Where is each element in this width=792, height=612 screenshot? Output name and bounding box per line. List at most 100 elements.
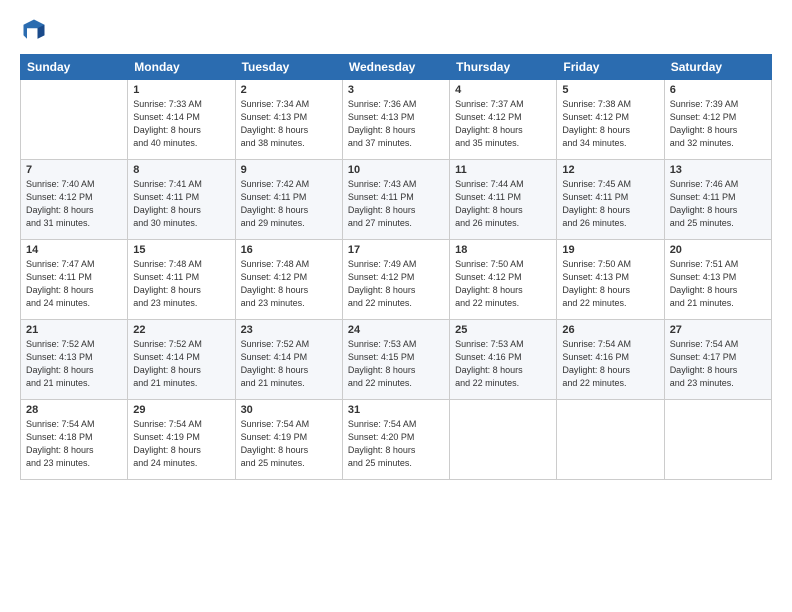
day-number: 21 [26, 324, 122, 336]
col-header-saturday: Saturday [664, 55, 771, 80]
day-number: 8 [133, 164, 229, 176]
cell-info: Sunrise: 7:54 AM Sunset: 4:19 PM Dayligh… [133, 418, 229, 470]
calendar-cell: 7 Sunrise: 7:40 AM Sunset: 4:12 PM Daylig… [21, 160, 128, 240]
cell-info: Sunrise: 7:46 AM Sunset: 4:11 PM Dayligh… [670, 178, 766, 230]
day-number: 11 [455, 164, 551, 176]
cell-info: Sunrise: 7:36 AM Sunset: 4:13 PM Dayligh… [348, 98, 444, 150]
calendar-week-2: 7 Sunrise: 7:40 AM Sunset: 4:12 PM Daylig… [21, 160, 772, 240]
day-number: 28 [26, 404, 122, 416]
calendar-cell: 8 Sunrise: 7:41 AM Sunset: 4:11 PM Daylig… [128, 160, 235, 240]
cell-info: Sunrise: 7:44 AM Sunset: 4:11 PM Dayligh… [455, 178, 551, 230]
calendar-cell: 9Sunrise: 7:42 AM Sunset: 4:11 PM Daylig… [235, 160, 342, 240]
calendar-cell [557, 400, 664, 480]
calendar-cell: 31 Sunrise: 7:54 AM Sunset: 4:20 PM Dayli… [342, 400, 449, 480]
cell-info: Sunrise: 7:40 AM Sunset: 4:12 PM Dayligh… [26, 178, 122, 230]
header [20, 16, 772, 44]
calendar-cell: 16 Sunrise: 7:48 AM Sunset: 4:12 PM Dayli… [235, 240, 342, 320]
cell-info: Sunrise: 7:54 AM Sunset: 4:16 PM Dayligh… [562, 338, 658, 390]
calendar-cell: 13 Sunrise: 7:46 AM Sunset: 4:11 PM Dayli… [664, 160, 771, 240]
day-number: 14 [26, 244, 122, 256]
calendar-cell: 25Sunrise: 7:53 AM Sunset: 4:16 PM Dayli… [450, 320, 557, 400]
day-number: 15 [133, 244, 229, 256]
cell-info: Sunrise: 7:54 AM Sunset: 4:20 PM Dayligh… [348, 418, 444, 470]
calendar-table: SundayMondayTuesdayWednesdayThursdayFrid… [20, 54, 772, 480]
day-number: 27 [670, 324, 766, 336]
calendar-cell [450, 400, 557, 480]
calendar-cell: 15 Sunrise: 7:48 AM Sunset: 4:11 PM Dayli… [128, 240, 235, 320]
day-number: 30 [241, 404, 337, 416]
calendar-week-5: 28 Sunrise: 7:54 AM Sunset: 4:18 PM Dayli… [21, 400, 772, 480]
day-number: 31 [348, 404, 444, 416]
page: SundayMondayTuesdayWednesdayThursdayFrid… [0, 0, 792, 612]
day-number: 7 [26, 164, 122, 176]
cell-info: Sunrise: 7:54 AM Sunset: 4:19 PM Dayligh… [241, 418, 337, 470]
cell-info: Sunrise: 7:45 AM Sunset: 4:11 PM Dayligh… [562, 178, 658, 230]
day-number: 20 [670, 244, 766, 256]
day-number: 24 [348, 324, 444, 336]
calendar-cell [21, 80, 128, 160]
day-number: 16 [241, 244, 337, 256]
calendar-cell: 10 Sunrise: 7:43 AM Sunset: 4:11 PM Dayli… [342, 160, 449, 240]
cell-info: Sunrise: 7:54 AM Sunset: 4:18 PM Dayligh… [26, 418, 122, 470]
cell-info: Sunrise: 7:48 AM Sunset: 4:11 PM Dayligh… [133, 258, 229, 310]
logo-icon [20, 16, 48, 44]
logo [20, 16, 52, 44]
day-number: 6 [670, 84, 766, 96]
col-header-sunday: Sunday [21, 55, 128, 80]
calendar-header-row: SundayMondayTuesdayWednesdayThursdayFrid… [21, 55, 772, 80]
day-number: 25 [455, 324, 551, 336]
cell-info: Sunrise: 7:48 AM Sunset: 4:12 PM Dayligh… [241, 258, 337, 310]
calendar-cell: 27 Sunrise: 7:54 AM Sunset: 4:17 PM Dayli… [664, 320, 771, 400]
calendar-cell: 1 Sunrise: 7:33 AM Sunset: 4:14 PM Daylig… [128, 80, 235, 160]
day-number: 17 [348, 244, 444, 256]
cell-info: Sunrise: 7:52 AM Sunset: 4:14 PM Dayligh… [241, 338, 337, 390]
cell-info: Sunrise: 7:39 AM Sunset: 4:12 PM Dayligh… [670, 98, 766, 150]
calendar-cell: 11 Sunrise: 7:44 AM Sunset: 4:11 PM Dayli… [450, 160, 557, 240]
calendar-cell: 12 Sunrise: 7:45 AM Sunset: 4:11 PM Dayli… [557, 160, 664, 240]
cell-info: Sunrise: 7:43 AM Sunset: 4:11 PM Dayligh… [348, 178, 444, 230]
calendar-cell: 29 Sunrise: 7:54 AM Sunset: 4:19 PM Dayli… [128, 400, 235, 480]
day-number: 10 [348, 164, 444, 176]
day-number: 18 [455, 244, 551, 256]
col-header-thursday: Thursday [450, 55, 557, 80]
day-number: 9 [241, 164, 337, 176]
cell-info: Sunrise: 7:54 AM Sunset: 4:17 PM Dayligh… [670, 338, 766, 390]
day-number: 12 [562, 164, 658, 176]
cell-info: Sunrise: 7:33 AM Sunset: 4:14 PM Dayligh… [133, 98, 229, 150]
cell-info: Sunrise: 7:52 AM Sunset: 4:13 PM Dayligh… [26, 338, 122, 390]
day-number: 5 [562, 84, 658, 96]
day-number: 13 [670, 164, 766, 176]
day-number: 29 [133, 404, 229, 416]
calendar-cell: 14 Sunrise: 7:47 AM Sunset: 4:11 PM Dayli… [21, 240, 128, 320]
col-header-friday: Friday [557, 55, 664, 80]
calendar-cell: 17Sunrise: 7:49 AM Sunset: 4:12 PM Dayli… [342, 240, 449, 320]
cell-info: Sunrise: 7:50 AM Sunset: 4:12 PM Dayligh… [455, 258, 551, 310]
calendar-cell: 5Sunrise: 7:38 AM Sunset: 4:12 PM Daylig… [557, 80, 664, 160]
day-number: 22 [133, 324, 229, 336]
day-number: 3 [348, 84, 444, 96]
calendar-cell: 24 Sunrise: 7:53 AM Sunset: 4:15 PM Dayli… [342, 320, 449, 400]
col-header-tuesday: Tuesday [235, 55, 342, 80]
calendar-cell [664, 400, 771, 480]
calendar-cell: 21 Sunrise: 7:52 AM Sunset: 4:13 PM Dayli… [21, 320, 128, 400]
calendar-cell: 26 Sunrise: 7:54 AM Sunset: 4:16 PM Dayli… [557, 320, 664, 400]
day-number: 26 [562, 324, 658, 336]
day-number: 1 [133, 84, 229, 96]
calendar-cell: 28 Sunrise: 7:54 AM Sunset: 4:18 PM Dayli… [21, 400, 128, 480]
cell-info: Sunrise: 7:37 AM Sunset: 4:12 PM Dayligh… [455, 98, 551, 150]
day-number: 2 [241, 84, 337, 96]
cell-info: Sunrise: 7:34 AM Sunset: 4:13 PM Dayligh… [241, 98, 337, 150]
calendar-week-4: 21 Sunrise: 7:52 AM Sunset: 4:13 PM Dayli… [21, 320, 772, 400]
cell-info: Sunrise: 7:52 AM Sunset: 4:14 PM Dayligh… [133, 338, 229, 390]
cell-info: Sunrise: 7:53 AM Sunset: 4:15 PM Dayligh… [348, 338, 444, 390]
cell-info: Sunrise: 7:41 AM Sunset: 4:11 PM Dayligh… [133, 178, 229, 230]
calendar-cell: 19Sunrise: 7:50 AM Sunset: 4:13 PM Dayli… [557, 240, 664, 320]
calendar-cell: 4Sunrise: 7:37 AM Sunset: 4:12 PM Daylig… [450, 80, 557, 160]
calendar-cell: 6 Sunrise: 7:39 AM Sunset: 4:12 PM Daylig… [664, 80, 771, 160]
cell-info: Sunrise: 7:50 AM Sunset: 4:13 PM Dayligh… [562, 258, 658, 310]
day-number: 23 [241, 324, 337, 336]
calendar-cell: 23 Sunrise: 7:52 AM Sunset: 4:14 PM Dayli… [235, 320, 342, 400]
cell-info: Sunrise: 7:47 AM Sunset: 4:11 PM Dayligh… [26, 258, 122, 310]
col-header-monday: Monday [128, 55, 235, 80]
calendar-week-1: 1 Sunrise: 7:33 AM Sunset: 4:14 PM Daylig… [21, 80, 772, 160]
